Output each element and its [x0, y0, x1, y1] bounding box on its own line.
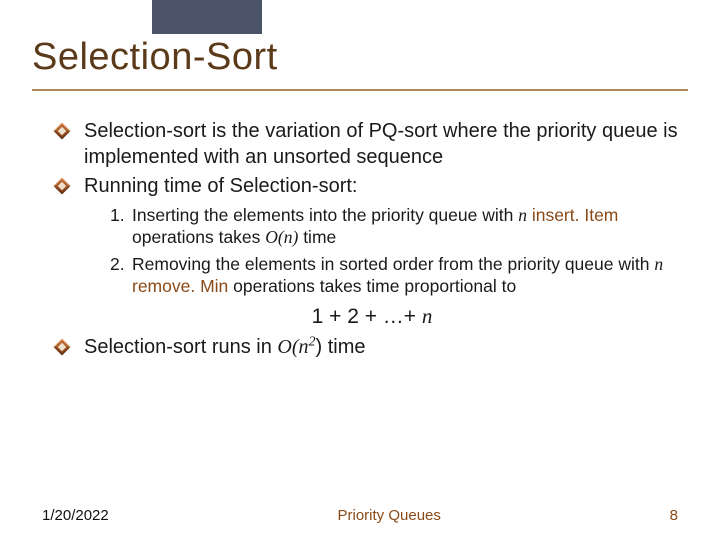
diamond-bullet-icon — [56, 180, 78, 192]
footer-title-text: Priority Queues — [338, 507, 441, 524]
text-fragment: Inserting the elements into the priority… — [132, 205, 518, 225]
math-n: n — [422, 304, 433, 328]
text-fragment: time — [298, 227, 336, 247]
slide-title: Selection-Sort — [32, 22, 688, 79]
text-fragment: ) time — [316, 336, 366, 358]
footer-page-number: 8 — [670, 507, 678, 524]
bullet-item: Selection-sort runs in O(n2) time — [56, 335, 688, 361]
footer-title: Priority Queues — [338, 507, 441, 524]
bullet-text: Selection-sort runs in O(n2) time — [84, 335, 688, 361]
math-n: n — [654, 254, 663, 274]
big-o: O(n) — [265, 227, 298, 247]
numbered-sublist: Inserting the elements into the priority… — [56, 204, 688, 298]
bullet-item: Running time of Selection-sort: — [56, 174, 688, 200]
formula-text: 1 + 2 + …+ — [312, 305, 422, 328]
title-block: Selection-Sort — [32, 22, 688, 91]
math-n: n — [518, 205, 527, 225]
sublist-item: Removing the elements in sorted order fr… — [110, 253, 688, 298]
title-underline — [32, 89, 688, 91]
footer-date: 1/20/2022 — [42, 507, 109, 524]
sublist-item: Inserting the elements into the priority… — [110, 204, 688, 249]
formula: 1 + 2 + …+ n — [56, 303, 688, 331]
operation-name: insert. Item — [532, 205, 619, 225]
exponent: 2 — [309, 335, 316, 350]
big-o: O(n2 — [277, 336, 315, 358]
text-fragment: Removing the elements in sorted order fr… — [132, 254, 654, 274]
text-fragment: operations takes — [132, 227, 265, 247]
text-fragment: operations takes time proportional to — [228, 276, 516, 296]
slide-body: Selection-sort is the variation of PQ-so… — [32, 119, 688, 361]
bullet-item: Selection-sort is the variation of PQ-so… — [56, 119, 688, 170]
operation-name: remove. Min — [132, 276, 228, 296]
big-o-base: O(n — [277, 336, 308, 358]
slide: Selection-Sort Selection-sort is the var… — [0, 0, 720, 540]
footer: 1/20/2022 Priority Queues 8 — [0, 507, 720, 524]
bullet-text: Selection-sort is the variation of PQ-so… — [84, 119, 688, 170]
diamond-bullet-icon — [56, 341, 78, 353]
bullet-text: Running time of Selection-sort: — [84, 174, 688, 200]
text-fragment: Selection-sort runs in — [84, 336, 277, 358]
diamond-bullet-icon — [56, 125, 78, 137]
